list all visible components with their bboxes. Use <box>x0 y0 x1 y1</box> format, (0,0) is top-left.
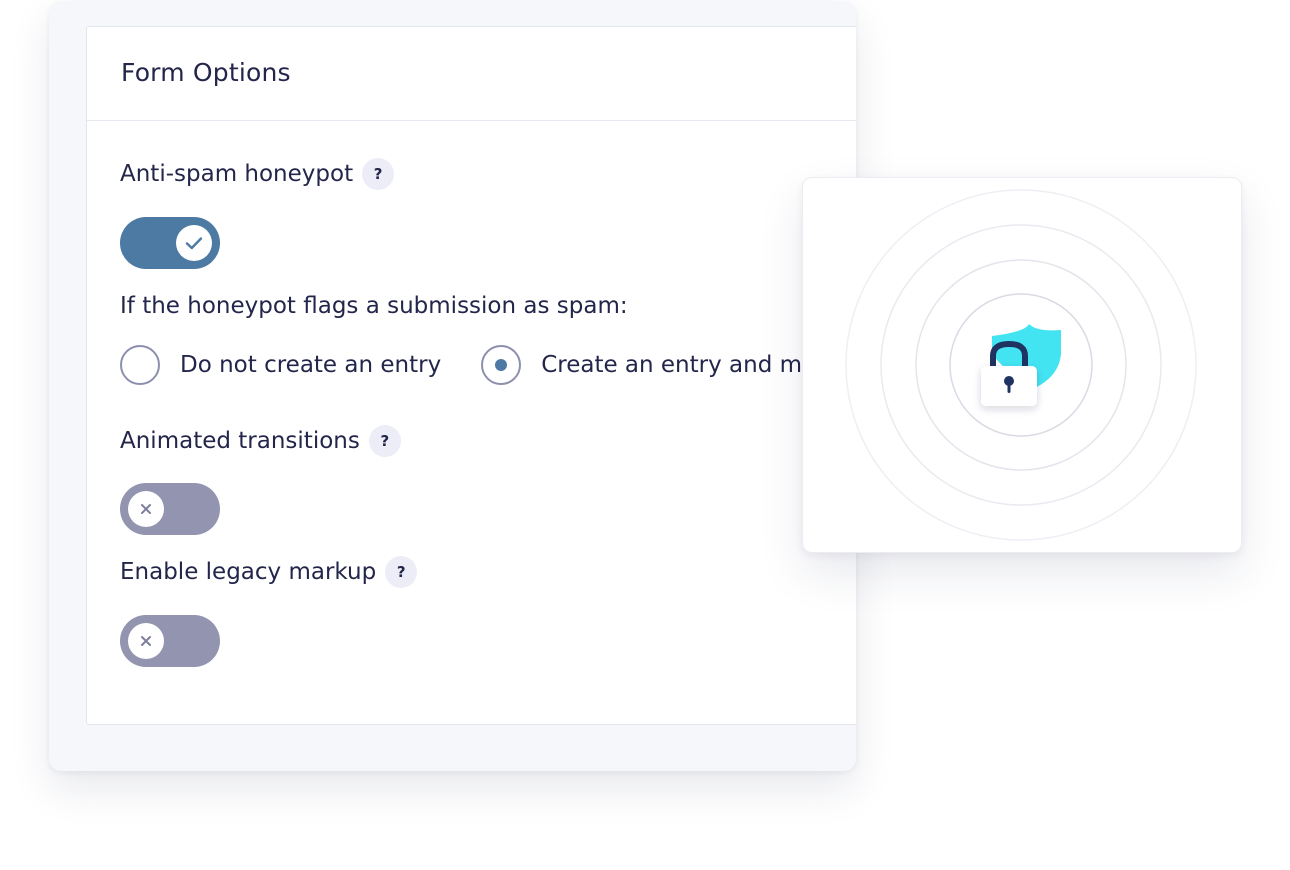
form-options-panel: Form Options Anti-spam honeypot ? If the… <box>86 26 856 725</box>
security-illustration <box>845 189 1197 541</box>
check-icon <box>185 237 203 250</box>
x-icon <box>141 636 151 646</box>
form-options-window: Form Options Anti-spam honeypot ? If the… <box>49 1 856 771</box>
animated-transitions-toggle[interactable] <box>120 483 220 535</box>
legacy-markup-setting: Enable legacy markup ? <box>120 556 418 588</box>
help-icon[interactable]: ? <box>385 556 418 588</box>
honeypot-setting: Anti-spam honeypot ? <box>120 158 395 190</box>
radio-label-do-not-create-entry: Do not create an entry <box>180 352 442 378</box>
honeypot-label: Anti-spam honeypot <box>120 161 354 187</box>
help-icon[interactable]: ? <box>368 425 401 457</box>
x-icon <box>141 504 151 514</box>
spam-action-question: If the honeypot flags a submission as sp… <box>120 293 628 319</box>
radio-do-not-create-entry[interactable] <box>120 345 160 385</box>
animated-transitions-label: Animated transitions <box>120 428 360 454</box>
legacy-markup-toggle[interactable] <box>120 615 220 667</box>
toggle-knob <box>176 225 212 261</box>
panel-title: Form Options <box>121 58 291 87</box>
security-illustration-card <box>802 177 1242 553</box>
radio-label-create-entry: Create an entry and m <box>541 352 803 378</box>
legacy-markup-label: Enable legacy markup <box>120 559 377 585</box>
honeypot-toggle[interactable] <box>120 217 220 269</box>
toggle-knob <box>128 491 164 527</box>
spam-action-options: Do not create an entry Create an entry a… <box>120 345 802 385</box>
help-icon[interactable]: ? <box>362 158 395 190</box>
radio-create-entry[interactable] <box>481 345 522 385</box>
animated-transitions-setting: Animated transitions ? <box>120 425 401 457</box>
toggle-knob <box>128 623 164 659</box>
